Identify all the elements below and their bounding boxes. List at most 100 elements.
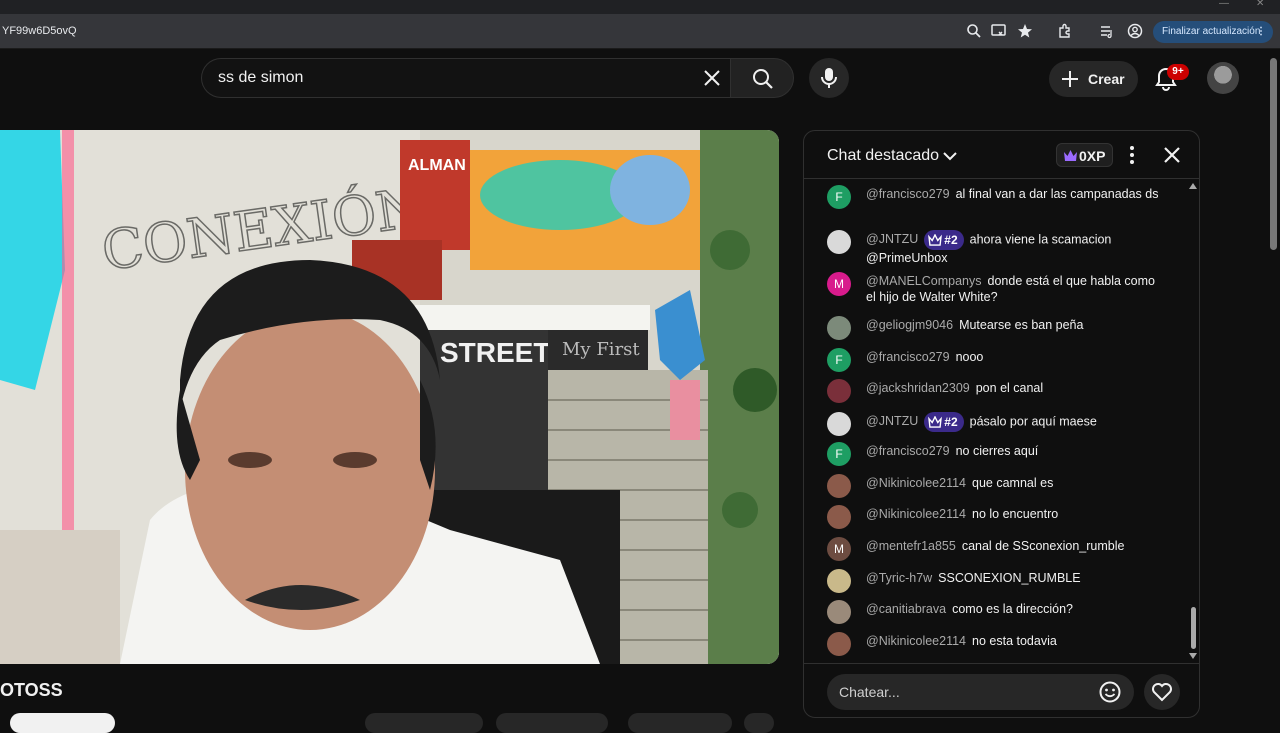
- create-button[interactable]: Crear: [1049, 61, 1138, 97]
- url-field[interactable]: YF99w6D5ovQ: [0, 17, 1000, 45]
- finish-update-button[interactable]: Finalizar actualización ⋮: [1153, 21, 1273, 43]
- chat-author-avatar[interactable]: [827, 600, 851, 624]
- voice-search-button[interactable]: [809, 58, 849, 98]
- chevron-down-icon[interactable]: [942, 148, 958, 164]
- search-input[interactable]: ss de simon: [218, 69, 303, 87]
- my-first-poster-text: My First: [562, 339, 640, 360]
- cast-icon[interactable]: [990, 22, 1008, 40]
- member-rank-label: #2: [944, 415, 958, 429]
- channel-name[interactable]: OTOSS: [0, 680, 63, 701]
- more-options-icon[interactable]: [1127, 145, 1137, 165]
- chat-message-text: no cierres aquí: [955, 444, 1039, 458]
- chat-author-name[interactable]: @canitiabrava: [866, 602, 946, 616]
- chat-author-name[interactable]: @mentefr1a855: [866, 539, 956, 553]
- media-control-icon[interactable]: [1098, 22, 1116, 40]
- member-rank-badge: #2: [924, 230, 964, 250]
- chat-author-name[interactable]: @Tyric-h7w: [866, 571, 932, 585]
- chat-message-text: nooo: [955, 350, 984, 364]
- chat-author-avatar[interactable]: F: [827, 442, 851, 466]
- plus-icon: [1062, 71, 1078, 87]
- close-chat-icon[interactable]: [1161, 144, 1183, 166]
- chat-input[interactable]: [827, 674, 1134, 710]
- member-rank-label: #2: [944, 233, 958, 247]
- chat-message-body: @francisco279 nooo: [866, 349, 1166, 365]
- chat-author-name[interactable]: @geliogjm9046: [866, 318, 953, 332]
- action-button-2[interactable]: [496, 713, 608, 733]
- chat-message-body: @canitiabrava como es la dirección?: [866, 601, 1166, 617]
- chat-author-avatar[interactable]: [827, 632, 851, 656]
- chat-message-text: Mutearse es ban peña: [959, 318, 1084, 332]
- chat-message-body: @Nikinicolee2114 que camnal es: [866, 475, 1166, 491]
- profile-icon[interactable]: [1126, 22, 1144, 40]
- chat-author-name[interactable]: @francisco279: [866, 187, 950, 201]
- chat-message-text: pon el canal: [975, 381, 1044, 395]
- search-button[interactable]: [730, 58, 794, 98]
- emoji-icon[interactable]: [1098, 680, 1122, 704]
- chat-author-avatar[interactable]: F: [827, 185, 851, 209]
- chat-author-avatar[interactable]: [827, 379, 851, 403]
- chat-message-body: @geliogjm9046 Mutearse es ban peña: [866, 317, 1166, 333]
- chat-input-area: [804, 663, 1199, 717]
- chat-scrollbar-thumb[interactable]: [1191, 607, 1196, 649]
- browser-address-bar: YF99w6D5ovQ Finalizar actualización ⋮: [0, 14, 1280, 49]
- chat-message-body: @JNTZU #2 ahora viene la scamacion @PrimeU…: [866, 230, 1166, 266]
- more-actions-button[interactable]: [744, 713, 774, 733]
- chat-author-name[interactable]: @Nikinicolee2114: [866, 507, 966, 521]
- chat-scroll-up-arrow[interactable]: [1189, 183, 1197, 189]
- chat-author-avatar[interactable]: [827, 569, 851, 593]
- chat-message-text: no lo encuentro: [972, 507, 1059, 521]
- action-button-1[interactable]: [365, 713, 483, 733]
- xp-badge[interactable]: 0XP: [1056, 143, 1113, 167]
- chat-message-text: que camnal es: [972, 476, 1054, 490]
- chat-author-name[interactable]: @JNTZU: [866, 232, 918, 246]
- chat-author-name[interactable]: @francisco279: [866, 444, 950, 458]
- chat-message-list[interactable]: F @francisco279 al final van a dar las cam…: [804, 180, 1194, 660]
- extensions-icon[interactable]: [1056, 22, 1074, 40]
- chat-author-avatar[interactable]: [827, 474, 851, 498]
- chat-author-name[interactable]: @Nikinicolee2114: [866, 476, 966, 490]
- chat-author-avatar[interactable]: [827, 230, 851, 254]
- heart-icon: [1152, 683, 1172, 702]
- chat-message-body: @francisco279 al final van a dar las camp…: [866, 186, 1166, 202]
- chat-author-name[interactable]: @francisco279: [866, 350, 950, 364]
- chat-message-body: @Nikinicolee2114 no lo encuentro: [866, 506, 1166, 522]
- chat-message-body: @MANELCompanys donde está el que habla co…: [866, 273, 1166, 305]
- zoom-icon[interactable]: [965, 22, 983, 40]
- almanac-book-text: ALMAN: [408, 157, 466, 174]
- heart-reaction-button[interactable]: [1144, 674, 1180, 710]
- page-scrollbar[interactable]: [1270, 58, 1277, 250]
- chat-author-name[interactable]: @JNTZU: [866, 414, 918, 428]
- chat-author-name[interactable]: @Nikinicolee2114: [866, 634, 966, 648]
- chat-author-name[interactable]: @MANELCompanys: [866, 274, 982, 288]
- video-player[interactable]: CONEXIÓN ALMAN STREET My First: [0, 130, 779, 664]
- subscribe-button[interactable]: [10, 713, 115, 733]
- chat-message-text: canal de SSconexion_rumble: [961, 539, 1125, 553]
- bookmark-star-icon[interactable]: [1016, 22, 1034, 40]
- live-chat-panel: Chat destacado 0XP F @francisco279 al fina…: [803, 130, 1200, 718]
- notification-count-badge: 9+: [1167, 64, 1189, 80]
- more-vert-icon[interactable]: ⋮: [1256, 21, 1266, 43]
- member-rank-badge: #2: [924, 412, 964, 432]
- chat-message-body: @JNTZU #2 pásalo por aquí maese: [866, 412, 1166, 432]
- search-box[interactable]: ss de simon: [201, 58, 730, 98]
- video-frame: CONEXIÓN ALMAN STREET My First: [0, 130, 779, 664]
- chat-mode-title[interactable]: Chat destacado: [827, 147, 939, 165]
- chat-author-avatar[interactable]: [827, 316, 851, 340]
- close-window-icon[interactable]: ✕: [1256, 0, 1264, 9]
- chat-author-name[interactable]: @jackshridan2309: [866, 381, 970, 395]
- account-avatar[interactable]: [1207, 62, 1239, 94]
- minimize-icon[interactable]: —: [1219, 0, 1229, 9]
- chat-author-avatar[interactable]: M: [827, 537, 851, 561]
- chat-author-avatar[interactable]: [827, 505, 851, 529]
- chat-message-body: @mentefr1a855 canal de SSconexion_rumble: [866, 538, 1166, 554]
- chat-author-avatar[interactable]: M: [827, 272, 851, 296]
- search-icon: [753, 69, 773, 89]
- clear-search-icon[interactable]: [700, 66, 724, 90]
- chat-message-text: no esta todavia: [972, 634, 1057, 648]
- chat-author-avatar[interactable]: [827, 412, 851, 436]
- chat-message-body: @jackshridan2309 pon el canal: [866, 380, 1166, 396]
- chat-message-body: @francisco279 no cierres aquí: [866, 443, 1166, 459]
- chat-scroll-down-arrow[interactable]: [1189, 653, 1197, 659]
- chat-author-avatar[interactable]: F: [827, 348, 851, 372]
- action-button-3[interactable]: [628, 713, 732, 733]
